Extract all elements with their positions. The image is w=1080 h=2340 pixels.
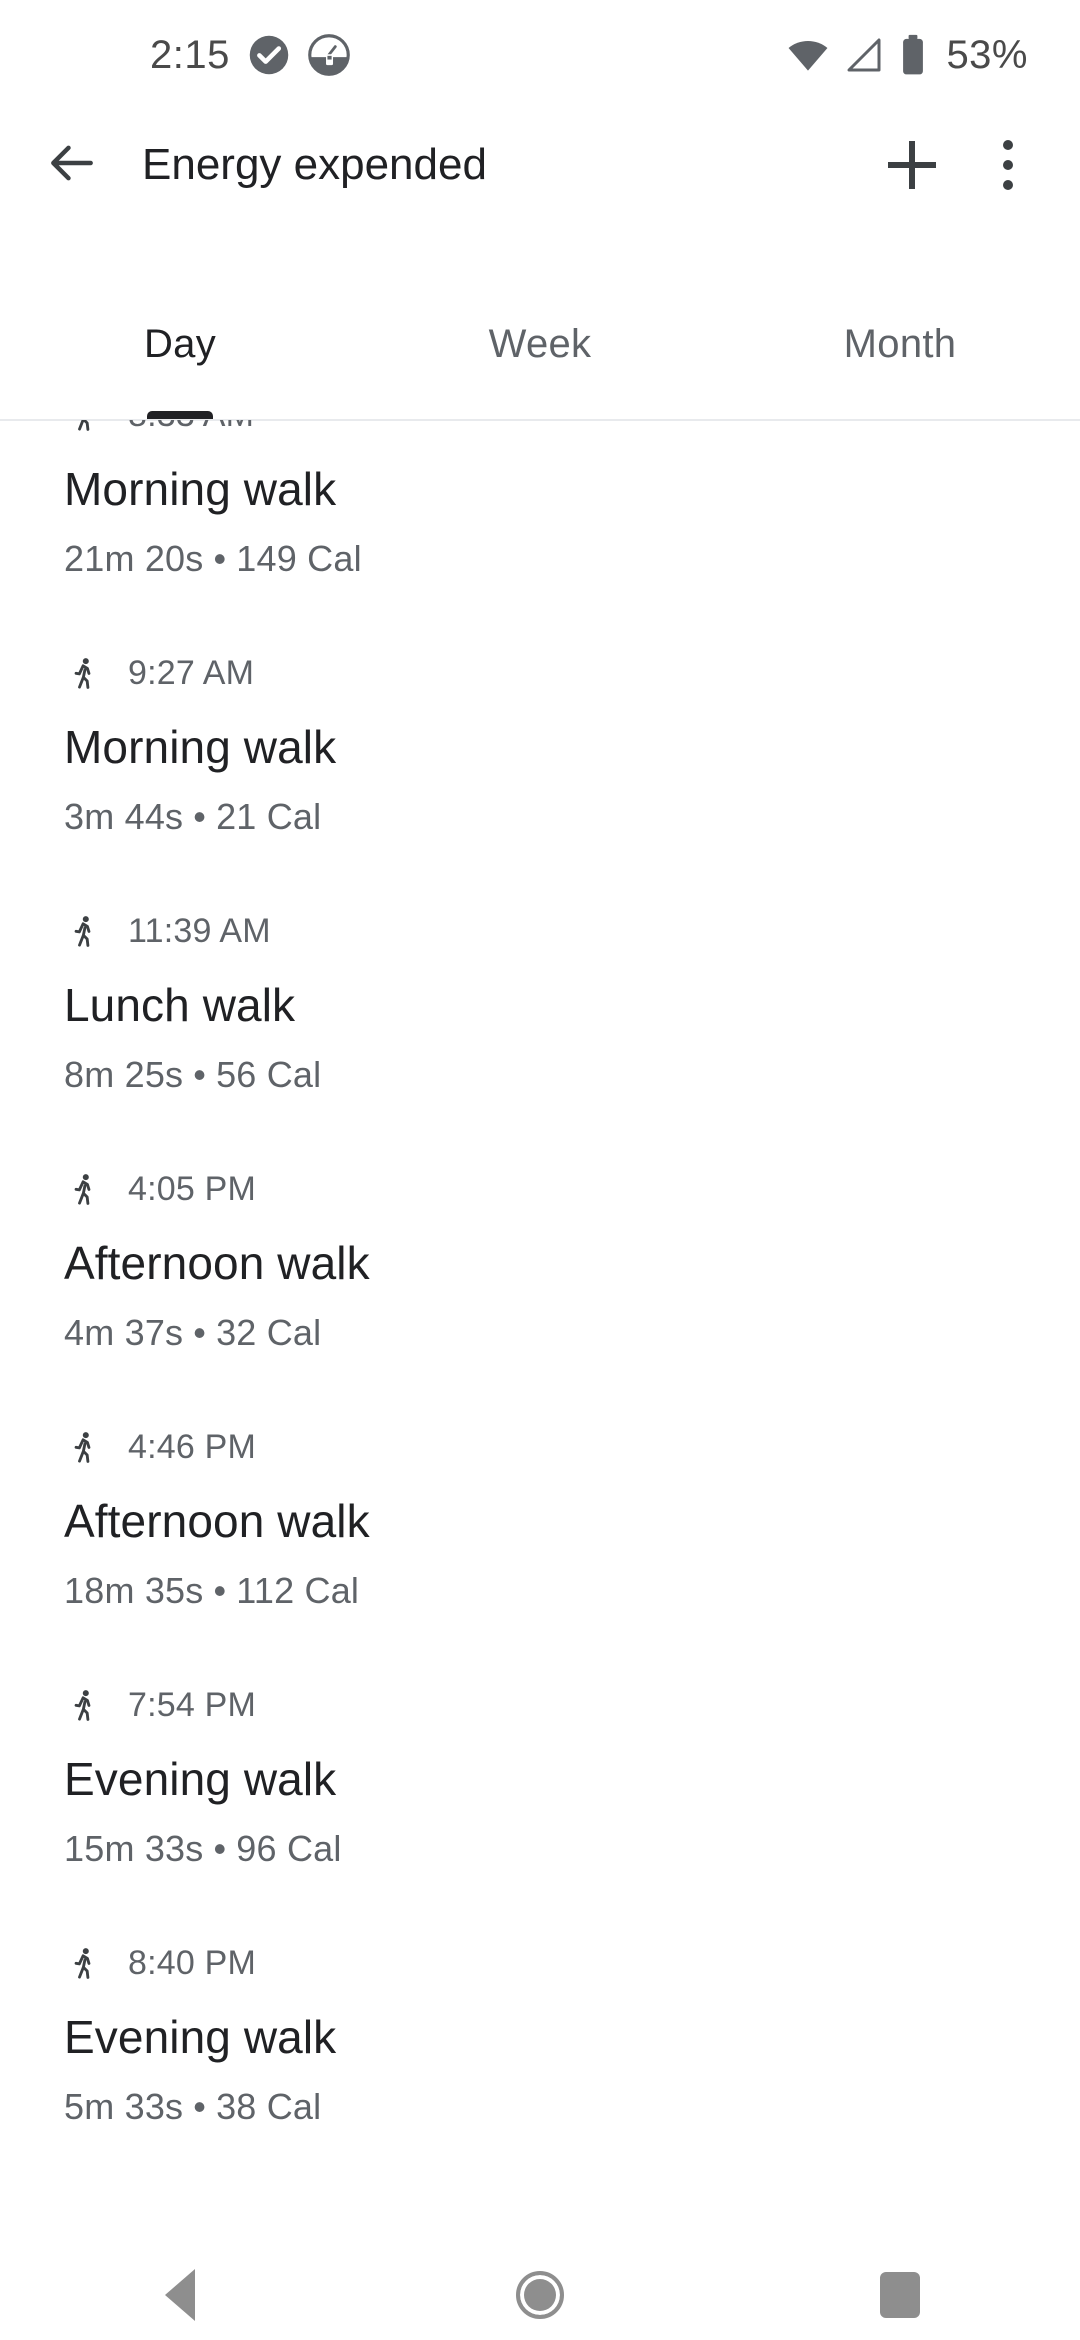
session-title: Afternoon walk (64, 1495, 370, 1547)
session-title: Evening walk (64, 2011, 337, 2063)
list-item[interactable]: 8:33 AM Morning walk 21m 20s•149 Cal (0, 420, 1080, 642)
session-duration: 4m 37s (64, 1312, 184, 1353)
android-navigation-bar (0, 2250, 1080, 2340)
list-item[interactable]: 7:54 PM Evening walk 15m 33s • 96 Cal (0, 1674, 1080, 1932)
tab-week[interactable]: Week (360, 280, 720, 420)
session-time: 4:05 PM (128, 1169, 257, 1208)
nav-recents-icon (880, 2272, 920, 2318)
nav-home-icon (516, 2271, 564, 2319)
walking-icon (64, 1423, 104, 1471)
session-duration: 18m 35s (64, 1570, 204, 1611)
session-calories: 112 Cal (236, 1570, 360, 1611)
session-meta: 4m 37s • 32 Cal (64, 1312, 1080, 1354)
nav-back-icon (165, 2269, 195, 2321)
more-options-icon (1003, 140, 1013, 190)
list-item[interactable]: 8:40 PM Evening walk 5m 33s • 38 Cal (0, 1932, 1080, 2190)
wifi-icon (786, 33, 830, 77)
session-meta: 18m 35s • 112 Cal (64, 1570, 1080, 1612)
session-meta: 8m 25s • 56 Cal (64, 1054, 1080, 1096)
nav-back-button[interactable] (0, 2250, 360, 2340)
session-header: 7:54 PM (64, 1674, 1080, 1736)
nav-recents-button[interactable] (720, 2250, 1080, 2340)
session-time: 9:27 AM (128, 653, 255, 692)
session-meta: 21m 20s • 149 Cal (64, 538, 1080, 580)
status-bar: 2:15 53% (0, 0, 1080, 110)
tab-month-label: Month (843, 322, 957, 366)
session-header: 11:39 AM (64, 900, 1080, 962)
tab-week-label: Week (488, 322, 592, 366)
period-tabs: Day Week Month (0, 280, 1080, 420)
session-list-inner: 8:33 AM Morning walk 21m 20s•149 Cal 9:2… (0, 420, 1080, 2190)
session-header: 9:27 AM (64, 642, 1080, 704)
add-button[interactable] (864, 117, 960, 213)
session-header: 4:05 PM (64, 1158, 1080, 1220)
session-duration: 3m 44s (64, 796, 184, 837)
plus-icon (888, 141, 936, 189)
session-duration: 21m 20s (64, 538, 204, 579)
back-arrow-icon (44, 135, 100, 196)
session-calories: 32 Cal (216, 1312, 322, 1353)
session-list[interactable]: 8:33 AM Morning walk 21m 20s•149 Cal 9:2… (0, 420, 1080, 2250)
session-meta: 5m 33s • 38 Cal (64, 2086, 1080, 2128)
status-bar-right: 53% (786, 33, 1028, 77)
session-calories: 38 Cal (216, 2086, 322, 2127)
session-meta: 3m 44s • 21 Cal (64, 796, 1080, 838)
walking-icon (64, 649, 104, 697)
walking-icon (64, 1165, 104, 1213)
walking-icon (64, 1939, 104, 1987)
session-duration: 8m 25s (64, 1054, 184, 1095)
session-title: Morning walk (64, 463, 337, 515)
session-meta-separator: • (213, 1570, 227, 1611)
walking-icon (64, 907, 104, 955)
list-item[interactable]: 4:05 PM Afternoon walk 4m 37s • 32 Cal (0, 1158, 1080, 1416)
session-title: Lunch walk (64, 979, 296, 1031)
session-header: 8:40 PM (64, 1932, 1080, 1994)
session-meta-separator: • (213, 538, 227, 579)
driving-mode-icon (308, 34, 350, 76)
session-meta-separator: • (193, 1054, 207, 1095)
walking-icon (64, 420, 104, 439)
tab-day-label: Day (143, 322, 217, 366)
session-meta-separator: • (193, 796, 207, 837)
session-meta-separator: • (193, 1312, 207, 1353)
session-meta-separator: • (213, 1828, 227, 1869)
app-bar: Energy expended (0, 110, 1080, 220)
list-item[interactable]: 9:27 AM Morning walk 3m 44s • 21 Cal (0, 642, 1080, 900)
tab-month[interactable]: Month (720, 280, 1080, 420)
session-duration: 5m 33s (64, 2086, 184, 2127)
app-bar-actions (864, 117, 1080, 213)
session-header: 4:46 PM (64, 1416, 1080, 1478)
session-calories: 21 Cal (216, 796, 322, 837)
session-time: 8:33 AM (128, 420, 254, 435)
session-time: 4:46 PM (128, 1427, 257, 1466)
session-title: Morning walk (64, 721, 337, 773)
session-meta-separator: • (193, 2086, 207, 2127)
status-bar-left: 2:15 (0, 34, 350, 76)
session-time: 11:39 AM (128, 911, 271, 950)
battery-percent-label: 53% (946, 33, 1028, 77)
list-item[interactable]: 11:39 AM Lunch walk 8m 25s • 56 Cal (0, 900, 1080, 1158)
page-title: Energy expended (142, 140, 487, 189)
session-title: Evening walk (64, 1753, 337, 1805)
session-time: 8:40 PM (128, 1943, 257, 1982)
session-duration: 15m 33s (64, 1828, 204, 1869)
session-calories: 96 Cal (236, 1828, 342, 1869)
cell-signal-icon (844, 35, 884, 75)
session-title: Afternoon walk (64, 1237, 370, 1289)
back-button[interactable] (24, 117, 120, 213)
overflow-menu-button[interactable] (960, 117, 1056, 213)
session-meta: 15m 33s • 96 Cal (64, 1828, 1080, 1870)
tab-day[interactable]: Day (0, 280, 360, 420)
status-clock: 2:15 (150, 33, 230, 77)
session-header: 8:33 AM (64, 420, 1080, 446)
list-item[interactable]: 4:46 PM Afternoon walk 18m 35s • 112 Cal (0, 1416, 1080, 1674)
nav-home-button[interactable] (360, 2250, 720, 2340)
check-circle-icon (248, 34, 290, 76)
session-calories: 56 Cal (216, 1054, 322, 1095)
walking-icon (64, 1681, 104, 1729)
session-calories: 149 Cal (236, 538, 362, 579)
battery-icon (898, 33, 928, 77)
session-time: 7:54 PM (128, 1685, 257, 1724)
